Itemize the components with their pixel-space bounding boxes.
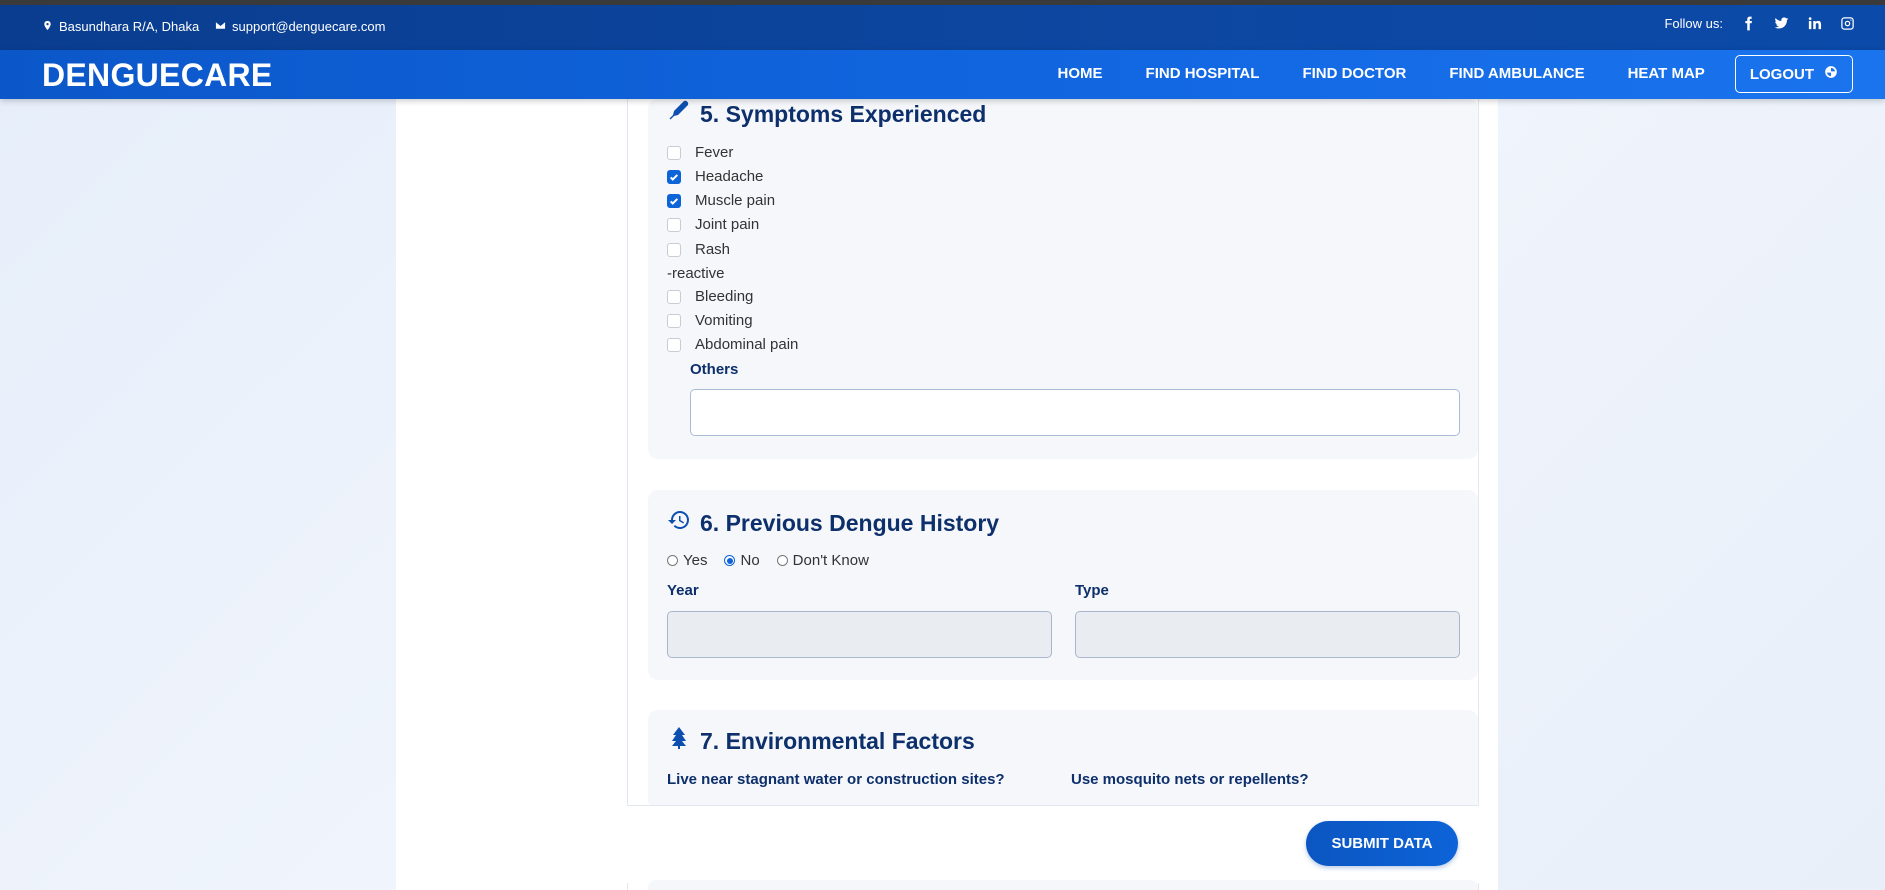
- symptoms-title-text: 5. Symptoms Experienced: [700, 100, 987, 127]
- map-pin-icon: [42, 19, 53, 34]
- checkbox-checked[interactable]: [667, 193, 681, 208]
- follow-label: Follow us:: [1664, 16, 1723, 31]
- environment-title: 7. Environmental Factors: [667, 726, 975, 756]
- submit-data-button[interactable]: SUBMIT DATA: [1306, 821, 1458, 866]
- symptom-rash[interactable]: Rash: [667, 241, 730, 258]
- nav-find-hospital[interactable]: FIND HOSPITAL: [1146, 55, 1260, 93]
- checkbox-label: Headache: [695, 168, 764, 185]
- checkbox-label: Fever: [695, 144, 734, 161]
- address-text: Basundhara R/A, Dhaka: [59, 19, 200, 34]
- logout-label: LOGOUT: [1749, 65, 1814, 83]
- history-title-text: 6. Previous Dengue History: [700, 509, 1000, 536]
- checkbox[interactable]: [667, 145, 681, 160]
- radio-label: Yes: [683, 552, 708, 569]
- nav-find-doctor[interactable]: FIND DOCTOR: [1302, 55, 1406, 93]
- main-navbar: DENGUECARE HOME FIND HOSPITAL FIND DOCTO…: [0, 50, 1885, 99]
- checkbox-label: Rash: [695, 241, 731, 258]
- radio-yes[interactable]: Yes: [667, 552, 707, 569]
- checkbox-label: Bleeding: [695, 288, 754, 305]
- environment-title-text: 7. Environmental Factors: [700, 727, 975, 754]
- symptom-headache[interactable]: Headache: [667, 168, 763, 185]
- checkbox[interactable]: [667, 313, 681, 328]
- tree-icon: [667, 726, 691, 756]
- form-footer: SUBMIT DATA: [627, 805, 1479, 883]
- social-links: Follow us:: [1664, 16, 1855, 31]
- radio-no[interactable]: No: [724, 552, 760, 569]
- checkbox-label: Muscle pain: [695, 192, 776, 209]
- history-section: 6. Previous Dengue History Yes No Don't …: [648, 490, 1478, 680]
- symptom-abdominal-pain[interactable]: Abdominal pain: [667, 336, 798, 353]
- radio-label: No: [740, 552, 760, 569]
- others-label: Others: [690, 361, 739, 378]
- history-title: 6. Previous Dengue History: [667, 508, 999, 538]
- nav-find-ambulance[interactable]: FIND AMBULANCE: [1449, 55, 1584, 93]
- symptom-bleeding[interactable]: Bleeding: [667, 288, 753, 305]
- symptom-fever[interactable]: Fever: [667, 144, 733, 161]
- type-input[interactable]: [1075, 611, 1460, 658]
- stray-text: -reactive: [667, 265, 725, 282]
- checkbox-label: Joint pain: [695, 216, 760, 233]
- logout-button[interactable]: LOGOUT: [1734, 55, 1853, 93]
- top-contact-bar: Basundhara R/A, Dhaka support@denguecare…: [0, 5, 1885, 50]
- next-section-edge: [648, 880, 1478, 890]
- type-label: Type: [1075, 582, 1109, 599]
- email-info: support@denguecare.com: [215, 19, 385, 34]
- symptoms-title: 5. Symptoms Experienced: [667, 99, 986, 129]
- nav-heat-map[interactable]: HEAT MAP: [1628, 55, 1705, 93]
- radio-button[interactable]: [667, 555, 678, 566]
- email-link[interactable]: support@denguecare.com: [232, 19, 385, 34]
- facebook-icon[interactable]: [1741, 16, 1756, 31]
- symptom-vomiting[interactable]: Vomiting: [667, 312, 753, 329]
- checkbox-label: Abdominal pain: [695, 336, 799, 353]
- radio-dont-know[interactable]: Don't Know: [776, 552, 869, 569]
- radio-label: Don't Know: [792, 552, 869, 569]
- instagram-icon[interactable]: [1840, 16, 1855, 31]
- logout-icon: [1824, 65, 1838, 83]
- envelope-icon: [215, 19, 226, 34]
- others-input[interactable]: [690, 389, 1460, 436]
- nav-home[interactable]: HOME: [1058, 55, 1103, 93]
- checkbox[interactable]: [667, 242, 681, 257]
- radio-button[interactable]: [776, 555, 788, 566]
- stagnant-water-question: Live near stagnant water or construction…: [667, 771, 1005, 788]
- year-input[interactable]: [667, 611, 1052, 658]
- checkbox-label: Vomiting: [695, 312, 753, 329]
- linkedin-icon[interactable]: [1807, 16, 1822, 31]
- symptoms-section: 5. Symptoms Experienced Fever Headache M…: [648, 99, 1478, 459]
- twitter-icon[interactable]: [1774, 16, 1789, 31]
- thermometer-icon: [667, 99, 691, 129]
- symptom-joint-pain[interactable]: Joint pain: [667, 216, 759, 233]
- checkbox[interactable]: [667, 217, 681, 232]
- checkbox-checked[interactable]: [667, 169, 681, 184]
- environment-section: 7. Environmental Factors Live near stagn…: [648, 710, 1478, 810]
- history-icon: [667, 508, 691, 538]
- checkbox[interactable]: [667, 289, 681, 304]
- address-info: Basundhara R/A, Dhaka: [42, 19, 199, 34]
- history-radio-group: Yes No Don't Know: [667, 552, 886, 569]
- checkbox[interactable]: [667, 337, 681, 352]
- nav-links: HOME FIND HOSPITAL FIND DOCTOR FIND AMBU…: [1015, 55, 1853, 93]
- year-label: Year: [667, 582, 699, 599]
- radio-button-selected[interactable]: [724, 555, 736, 566]
- symptom-muscle-pain[interactable]: Muscle pain: [667, 192, 775, 209]
- mosquito-nets-question: Use mosquito nets or repellents?: [1071, 771, 1309, 788]
- brand-logo[interactable]: DENGUECARE: [42, 57, 273, 94]
